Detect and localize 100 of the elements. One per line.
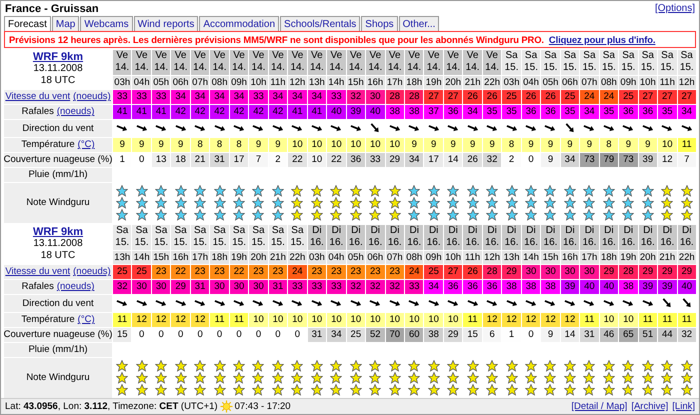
unit-link[interactable]: (°C) [78, 314, 95, 326]
stars-icon [272, 184, 284, 221]
arrow-icon [680, 123, 694, 134]
tab[interactable]: Shops [361, 16, 398, 31]
temperature-cell: 11 [113, 312, 132, 327]
row-label-link[interactable]: Vitesse du vent [5, 266, 70, 278]
cloud-cover-cell: 26 [463, 152, 482, 167]
gust-cell: 35 [560, 104, 580, 119]
day-header: Di 16. [386, 224, 404, 250]
hour-cell: 17h [386, 76, 404, 89]
temperature-cell: 9 [541, 138, 560, 152]
gust-cell: 38 [619, 280, 638, 294]
stars-icon [428, 360, 440, 396]
wind-speed-cell: 27 [678, 90, 696, 104]
gust-cell: 40 [580, 280, 599, 294]
hour-cell: 13h [502, 250, 521, 264]
hour-cell: 05h [152, 76, 170, 89]
wind-speed-cell: 22 [171, 264, 190, 279]
stars-icon [233, 360, 246, 396]
wind-speed-cell: 30 [541, 264, 560, 279]
temperature-cell: 10 [308, 312, 326, 327]
unit-link[interactable]: (°C) [78, 139, 95, 150]
stars-icon [233, 184, 246, 221]
hour-cell: 20h [444, 76, 462, 89]
temperature-cell: 9 [405, 138, 424, 152]
day-header: Ve 14. [268, 50, 288, 75]
day-header: Sa 15. [560, 50, 580, 75]
tab[interactable]: Accommodation [199, 16, 280, 31]
gust-cell: 40 [327, 104, 346, 119]
arrow-icon [310, 298, 324, 308]
unit-link[interactable]: (noeuds) [73, 91, 111, 102]
gust-cell: 30 [152, 280, 170, 294]
unit-link[interactable]: (noeuds) [56, 106, 94, 118]
model-link[interactable]: WRF 9km [32, 226, 84, 238]
tab[interactable]: Schools/Rentals [280, 16, 360, 31]
stars-icon [350, 184, 362, 221]
temperature-cell: 10 [386, 138, 404, 152]
cloud-cover-cell: 51 [638, 328, 658, 342]
info-link[interactable]: Cliquez pour plus d'info. [548, 34, 656, 45]
stars-icon [642, 360, 654, 396]
tab[interactable]: Other... [398, 16, 440, 31]
stars-icon [583, 360, 596, 396]
gust-cell: 32 [113, 280, 132, 294]
temperature-cell: 9 [444, 138, 462, 152]
wind-speed-cell: 29 [502, 264, 521, 279]
day-header: Sa 15. [678, 50, 696, 75]
cloud-cover-cell: 29 [444, 328, 462, 342]
hour-cell: 06h [560, 76, 580, 89]
gust-cell: 34 [424, 280, 443, 294]
footer-link[interactable]: [Link] [672, 400, 695, 412]
wind-speed-cell: 22 [230, 264, 248, 279]
cloud-cover-cell: 33 [366, 152, 385, 167]
gust-cell: 36 [619, 104, 638, 119]
tab[interactable]: Forecast [4, 16, 51, 31]
day-header: Ve 14. [308, 50, 326, 75]
temperature-cell: 9 [638, 138, 658, 152]
stars-icon [369, 184, 382, 221]
wind-speed-cell: 25 [560, 90, 580, 104]
cloud-cover-cell: 70 [386, 328, 404, 342]
day-header: Ve 14. [230, 50, 248, 75]
gust-cell: 35 [482, 104, 502, 119]
unit-link[interactable]: (noeuds) [56, 281, 94, 292]
hour-cell: 07h [580, 76, 599, 89]
hour-cell: 10h [444, 250, 462, 264]
wind-speed-cell: 30 [522, 264, 540, 279]
day-header: Ve 14. [366, 50, 385, 75]
gust-cell: 38 [386, 104, 404, 119]
stars-icon [486, 360, 498, 396]
arrow-icon [446, 298, 460, 308]
footer-link[interactable]: [Detail / Map] [571, 400, 628, 412]
wind-speed-cell: 33 [152, 90, 170, 104]
wind-speed-cell: 30 [580, 264, 599, 279]
hour-cell: 21h [463, 76, 482, 89]
wind-speed-cell: 28 [386, 90, 404, 104]
day-header: Di 16. [346, 224, 366, 250]
day-header: Sa 15. [249, 224, 268, 250]
cloud-cover-cell: 79 [600, 152, 618, 167]
options-link[interactable]: [Options] [654, 3, 695, 14]
cloud-cover-cell: 32 [482, 152, 502, 167]
tab[interactable]: Webcams [80, 16, 133, 31]
arrow-icon [485, 123, 500, 134]
arrow-icon [290, 123, 304, 134]
wind-speed-cell: 25 [132, 264, 151, 279]
model-link[interactable]: WRF 9km [32, 51, 84, 64]
temperature-cell: 12 [152, 312, 170, 327]
footer-link[interactable]: [Archive] [631, 400, 668, 412]
gust-cell: 35 [658, 104, 677, 119]
day-header: Ve 14. [346, 50, 366, 75]
row-label: Couverture nuageuse (%) [4, 329, 112, 340]
gust-cell: 31 [190, 280, 210, 294]
stars-icon [642, 184, 654, 221]
tab[interactable]: Map [52, 16, 80, 31]
unit-link[interactable]: (noeuds) [73, 266, 111, 278]
gust-cell: 35 [502, 104, 521, 119]
tab[interactable]: Wind reports [134, 16, 198, 31]
row-label-link[interactable]: Vitesse du vent [5, 91, 70, 102]
hour-cell: 14h [327, 76, 346, 89]
gust-cell: 38 [522, 280, 540, 294]
wind-speed-cell: 34 [171, 90, 190, 104]
wind-speed-cell: 23 [386, 264, 404, 279]
